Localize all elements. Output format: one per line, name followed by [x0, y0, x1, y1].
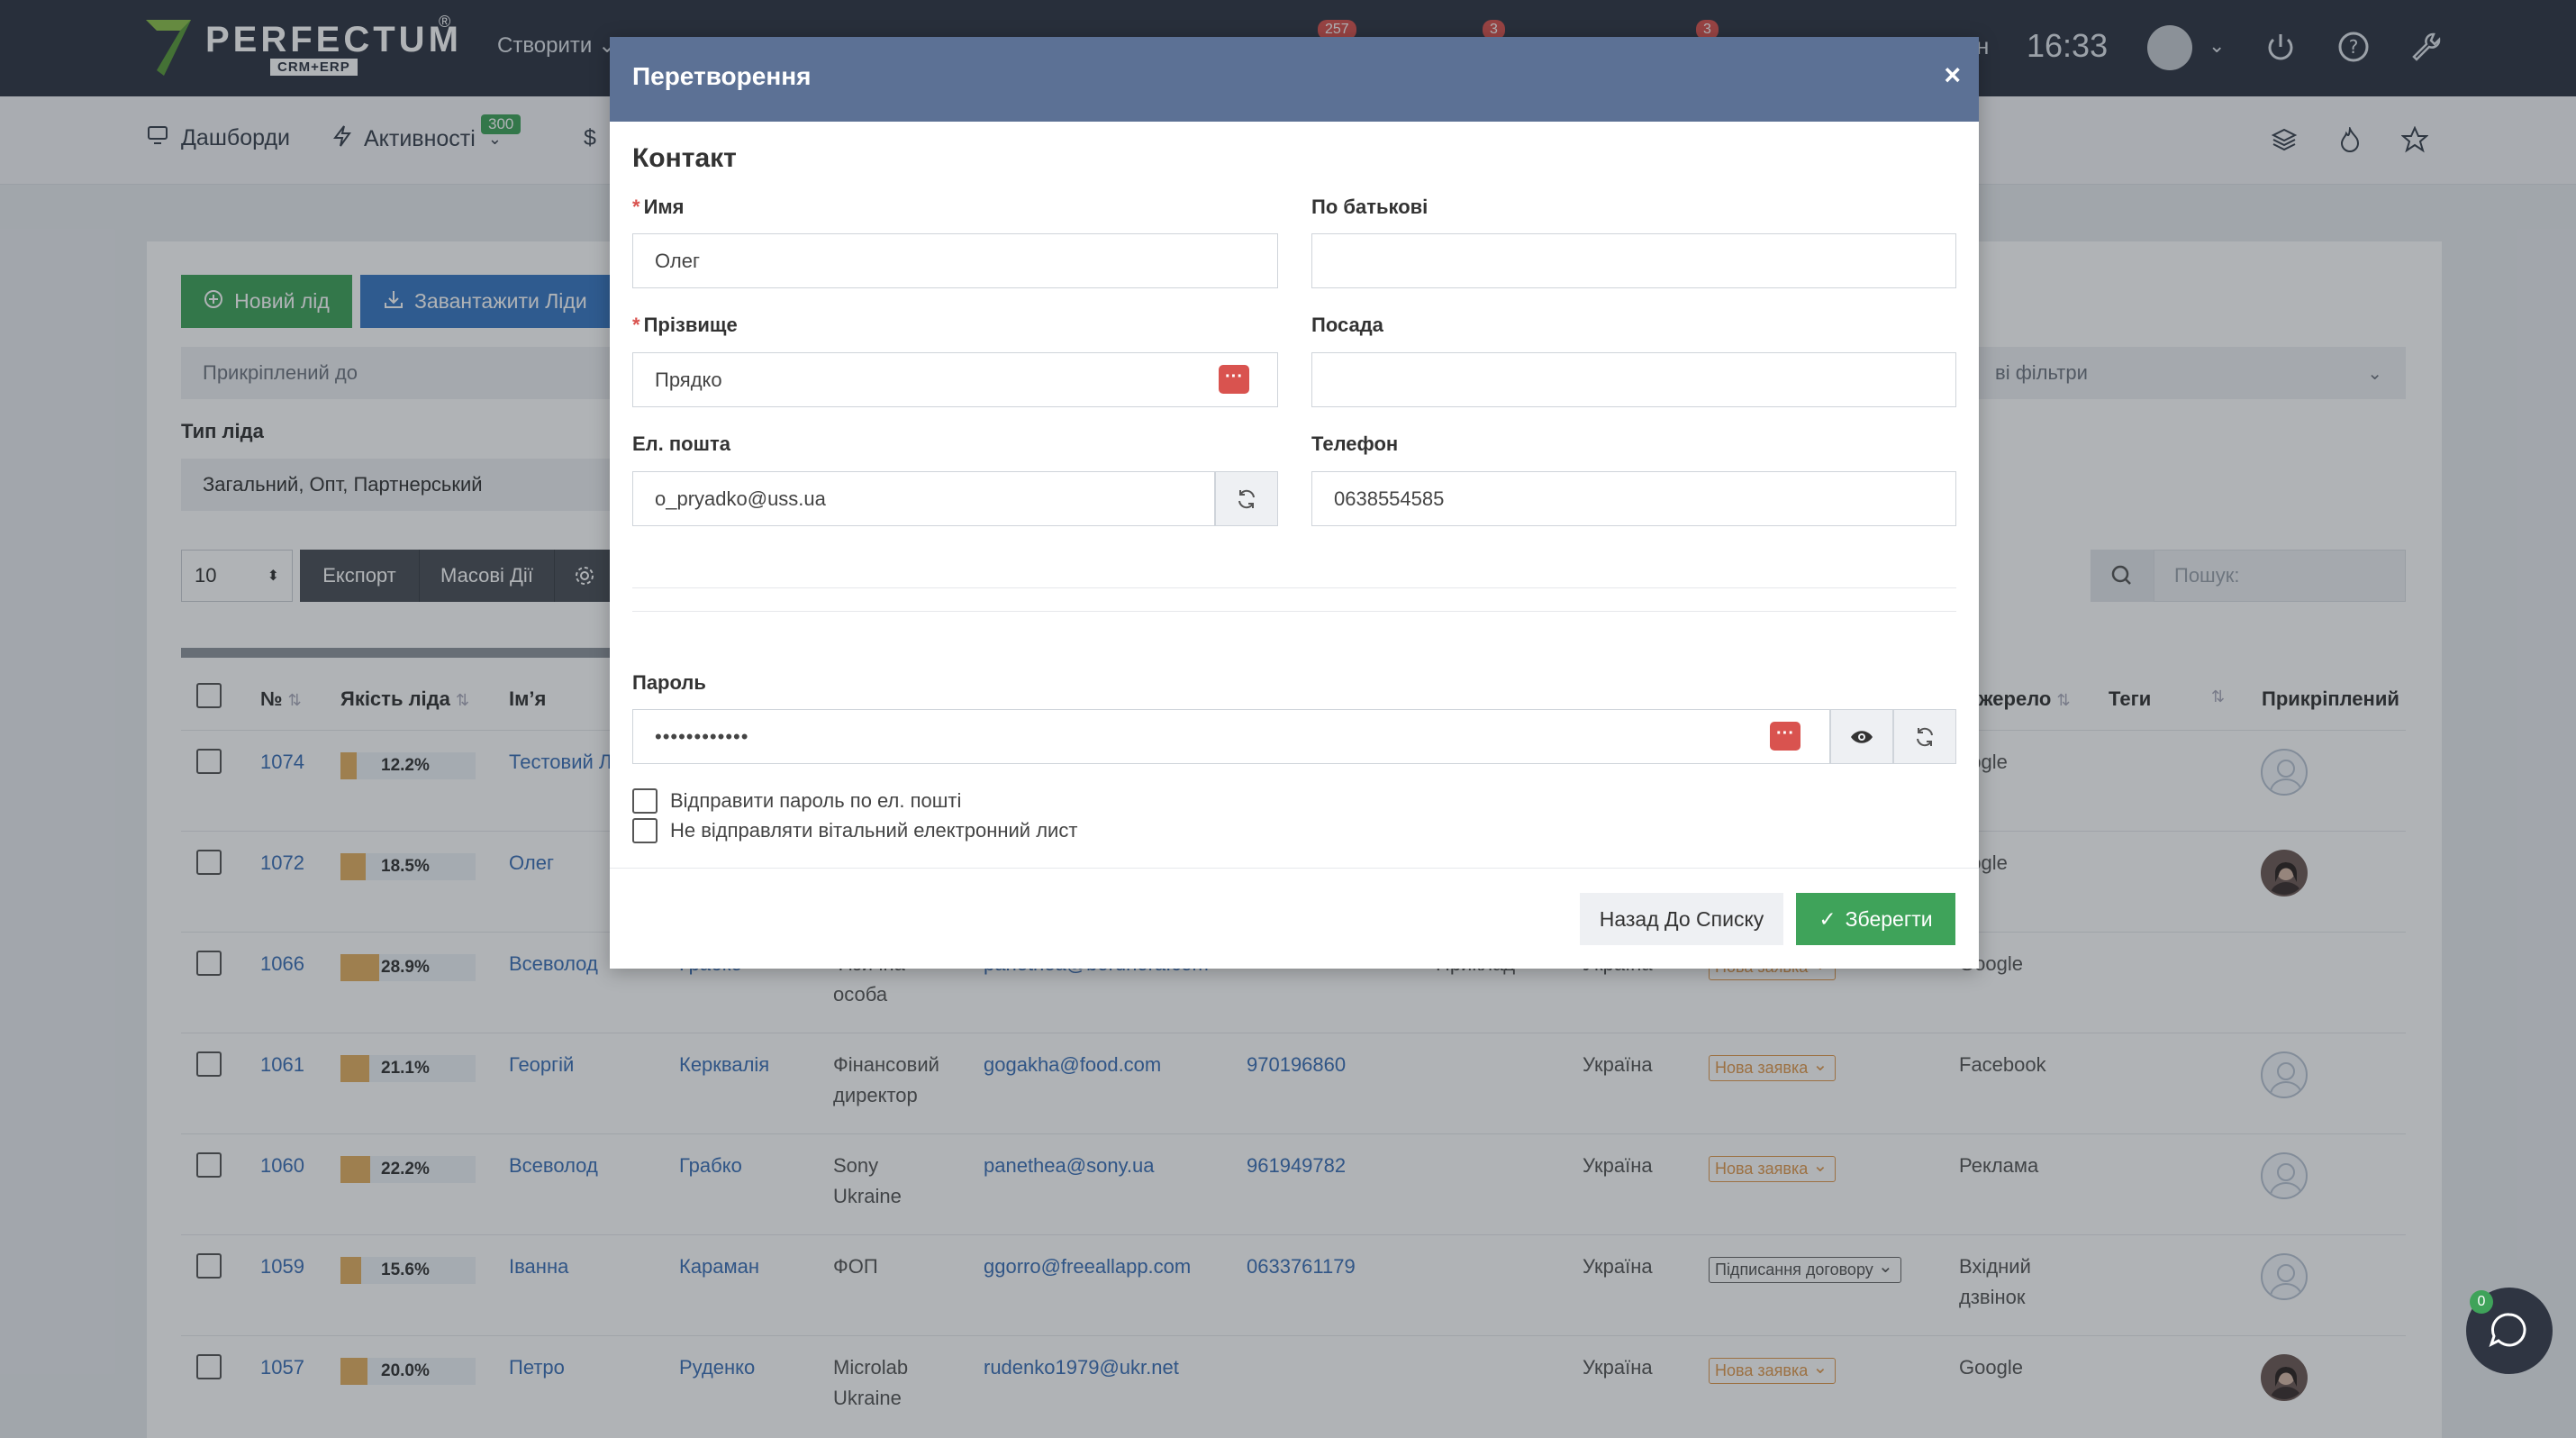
- refresh-icon[interactable]: [1215, 471, 1278, 526]
- password-manager-icon[interactable]: ···: [1770, 722, 1800, 751]
- no-welcome-option[interactable]: Не відправляти вітальний електронний лис…: [632, 818, 1077, 843]
- modal-title: Перетворення: [632, 62, 812, 90]
- no-welcome-checkbox[interactable]: [632, 818, 658, 843]
- chat-count-badge: 0: [2470, 1290, 2493, 1314]
- middle-name-field[interactable]: [1311, 233, 1956, 288]
- password-label: Пароль: [632, 671, 706, 694]
- send-password-checkbox[interactable]: [632, 788, 658, 814]
- phone-field[interactable]: 0638554585: [1311, 471, 1956, 526]
- divider: [632, 611, 1956, 612]
- email-field[interactable]: o_pryadko@uss.ua: [632, 471, 1215, 526]
- password-field[interactable]: •••••••••••• ···: [632, 709, 1830, 764]
- first-name-label: * Имя: [632, 196, 685, 218]
- back-to-list-button[interactable]: Назад До Списку: [1580, 893, 1783, 945]
- middle-name-label: По батькові: [1311, 196, 1429, 218]
- check-icon: ✓: [1819, 906, 1837, 931]
- close-icon[interactable]: ×: [1944, 59, 1961, 92]
- position-field[interactable]: [1311, 352, 1956, 407]
- divider: [632, 587, 1956, 588]
- section-title: Контакт: [632, 143, 737, 173]
- phone-label: Телефон: [1311, 432, 1399, 455]
- modal-footer-divider: [610, 868, 1979, 869]
- email-label: Ел. пошта: [632, 432, 730, 455]
- modal-header: Перетворення ×: [610, 37, 1979, 122]
- refresh-icon[interactable]: [1893, 709, 1956, 764]
- last-name-field[interactable]: Прядко ···: [632, 352, 1278, 407]
- save-button[interactable]: ✓ Зберегти: [1796, 893, 1955, 945]
- last-name-label: * Прізвище: [632, 314, 738, 336]
- first-name-field[interactable]: Олег: [632, 233, 1278, 288]
- eye-icon[interactable]: [1830, 709, 1893, 764]
- send-password-option[interactable]: Відправити пароль по ел. пошті: [632, 788, 961, 814]
- password-manager-icon[interactable]: ···: [1219, 365, 1249, 394]
- convert-modal: Перетворення × Контакт * Имя Олег По бать…: [610, 37, 1979, 969]
- position-label: Посада: [1311, 314, 1383, 336]
